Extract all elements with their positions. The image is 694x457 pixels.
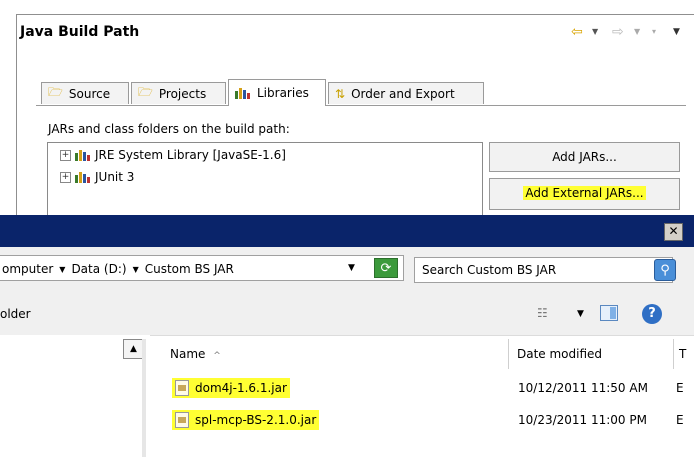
tab-order-and-export[interactable]: ⇅ Order and Export — [328, 82, 484, 104]
button-label: Add JARs... — [552, 150, 617, 164]
file-name: spl-mcp-BS-2.1.0.jar — [195, 413, 317, 427]
forward-arrow-icon[interactable]: ⇨ — [612, 24, 624, 40]
jar-file-icon — [175, 380, 189, 396]
back-arrow-icon[interactable]: ⇦ — [571, 24, 583, 40]
column-header-name[interactable]: Name ^ — [150, 339, 509, 369]
preview-pane-icon[interactable] — [600, 305, 618, 321]
tree-item-junit[interactable]: + JUnit 3 — [60, 170, 134, 184]
breadcrumb-item[interactable]: omputer — [2, 262, 53, 276]
tab-divider — [36, 105, 686, 106]
sort-ascending-icon: ^ — [213, 351, 221, 361]
dialog-toolbar — [0, 295, 694, 336]
column-label: Date modified — [517, 347, 603, 361]
menu-dropdown-icon[interactable]: ▾ — [652, 27, 656, 36]
column-header-date-modified[interactable]: Date modified — [509, 339, 674, 369]
breadcrumb: omputer ▼ Data (D:) ▼ Custom BS JAR — [2, 262, 234, 276]
add-jars-button[interactable]: Add JARs... — [489, 142, 680, 172]
file-name-cell[interactable]: spl-mcp-BS-2.1.0.jar — [172, 410, 320, 430]
file-row[interactable]: dom4j-1.6.1.jar — [172, 378, 290, 398]
libraries-icon — [235, 87, 251, 99]
jars-label: JARs and class folders on the build path… — [48, 122, 290, 136]
close-icon[interactable]: ✕ — [664, 223, 683, 241]
file-date: 10/12/2011 11:50 AM — [518, 381, 648, 395]
projects-folder-icon: 🗁 — [138, 85, 153, 99]
search-icon[interactable]: ⚲ — [654, 259, 676, 281]
column-label: T — [679, 347, 687, 361]
breadcrumb-chevron-icon[interactable]: ▼ — [133, 265, 139, 274]
jar-file-icon — [175, 412, 189, 428]
file-type: E — [676, 381, 684, 395]
dialog-titlebar[interactable] — [0, 215, 694, 247]
column-label: Name — [170, 347, 206, 361]
order-export-icon: ⇅ — [335, 86, 346, 101]
scrollbar[interactable] — [142, 339, 146, 457]
file-date: 10/23/2011 11:00 PM — [518, 413, 647, 427]
column-header-type[interactable]: T — [674, 339, 694, 369]
tab-label: Source — [68, 86, 111, 101]
tab-label: Projects — [158, 86, 207, 101]
address-dropdown-icon[interactable]: ▼ — [348, 263, 355, 273]
library-icon — [75, 171, 91, 183]
refresh-icon[interactable]: ⟳ — [374, 258, 398, 278]
file-row[interactable]: spl-mcp-BS-2.1.0.jar — [172, 410, 320, 430]
file-name: dom4j-1.6.1.jar — [195, 381, 287, 395]
tab-label: Order and Export — [351, 86, 455, 101]
tab-label: Libraries — [257, 86, 309, 100]
view-dropdown-icon[interactable]: ▼ — [577, 309, 584, 319]
expand-icon[interactable]: + — [60, 149, 71, 161]
search-input[interactable]: Search Custom BS JAR — [414, 257, 673, 283]
tree-item-jre[interactable]: + JRE System Library [JavaSE-1.6] — [60, 148, 286, 162]
library-icon — [75, 149, 91, 161]
tab-libraries[interactable]: Libraries — [228, 79, 326, 106]
breadcrumb-chevron-icon[interactable]: ▼ — [59, 265, 65, 274]
breadcrumb-item[interactable]: Data (D:) — [71, 262, 126, 276]
search-placeholder: Search Custom BS JAR — [422, 263, 557, 277]
add-external-jars-button[interactable]: Add External JARs... — [489, 178, 680, 210]
tab-projects[interactable]: 🗁 Projects — [131, 82, 226, 104]
tab-source[interactable]: 🗁 Source — [41, 82, 129, 104]
tree-item-label: JUnit 3 — [95, 170, 135, 184]
help-icon[interactable]: ? — [642, 304, 662, 324]
breadcrumb-item[interactable]: Custom BS JAR — [145, 262, 234, 276]
page-title: Java Build Path — [20, 24, 140, 40]
source-folder-icon: 🗁 — [48, 85, 63, 99]
back-dropdown-icon[interactable]: ▼ — [592, 27, 598, 36]
view-options-icon[interactable]: ☷ — [537, 306, 548, 320]
file-type: E — [676, 413, 684, 427]
build-path-tree[interactable]: + JRE System Library [JavaSE-1.6] + JUni… — [47, 142, 483, 220]
scroll-up-button[interactable]: ▲ — [123, 339, 144, 359]
forward-dropdown-icon[interactable]: ▼ — [634, 27, 640, 36]
tree-item-label: JRE System Library [JavaSE-1.6] — [95, 148, 286, 162]
new-folder-button[interactable]: older — [0, 307, 31, 321]
file-name-cell[interactable]: dom4j-1.6.1.jar — [172, 378, 290, 398]
expand-icon[interactable]: + — [60, 171, 71, 183]
button-label: Add External JARs... — [523, 186, 646, 200]
view-menu-icon[interactable]: ▼ — [673, 27, 680, 37]
